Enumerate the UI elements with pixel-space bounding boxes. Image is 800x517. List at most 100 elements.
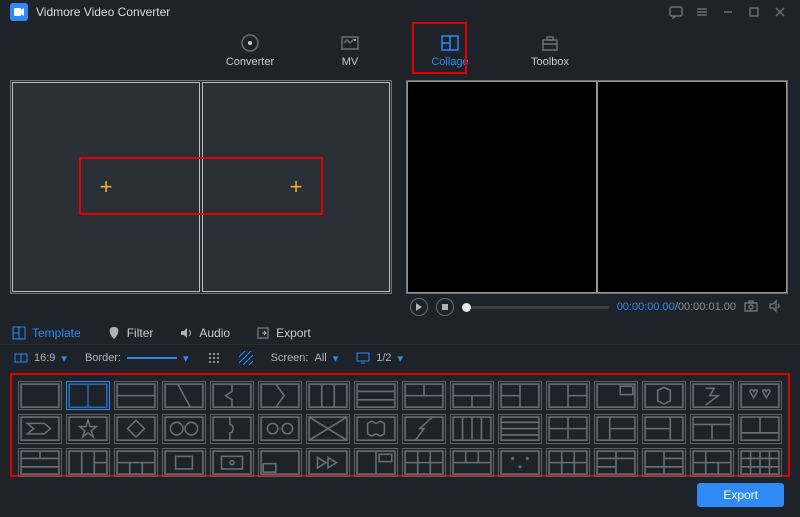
chevron-down-icon: ▾ <box>398 352 404 365</box>
preview-panel <box>406 80 788 294</box>
tmpl-notch-l[interactable] <box>210 381 254 410</box>
footer: Export <box>697 483 784 507</box>
tmpl-window[interactable] <box>162 448 206 477</box>
nav-converter[interactable]: Converter <box>215 28 285 72</box>
tmpl-split-v[interactable] <box>66 381 110 410</box>
tab-export[interactable]: Export <box>254 322 313 344</box>
page-select[interactable]: 1/2 ▾ <box>356 351 403 365</box>
nav-mv[interactable]: MV <box>315 28 385 72</box>
tmpl-slash[interactable] <box>402 414 446 443</box>
tmpl-star[interactable] <box>66 414 110 443</box>
monitor-icon <box>356 351 370 365</box>
tmpl-tall-l[interactable] <box>594 414 638 443</box>
snapshot-button[interactable] <box>744 299 760 316</box>
tmpl-ff[interactable] <box>306 448 350 477</box>
toolbox-icon <box>540 32 560 54</box>
tmpl-quad-l[interactable] <box>690 448 734 477</box>
chevron-down-icon: ▾ <box>61 352 67 365</box>
add-icon: + <box>290 174 303 200</box>
tmpl-target[interactable] <box>210 448 254 477</box>
tmpl-inset[interactable] <box>114 448 158 477</box>
tmpl-3row-splittop[interactable] <box>18 448 62 477</box>
tmpl-3row[interactable] <box>354 381 398 410</box>
workspace: + + 00:00:00.00/00:00:01.00 <box>0 76 800 316</box>
tmpl-2oval[interactable] <box>258 414 302 443</box>
nav-toolbox[interactable]: Toolbox <box>515 28 585 72</box>
screen-select[interactable]: Screen: All ▾ <box>271 352 339 365</box>
tmpl-quad-b[interactable] <box>642 448 686 477</box>
tmpl-half-pip[interactable] <box>354 448 398 477</box>
stop-button[interactable] <box>436 298 454 316</box>
tab-template[interactable]: Template <box>10 322 83 344</box>
tmpl-puzzle[interactable] <box>210 414 254 443</box>
maximize-button[interactable] <box>744 2 764 22</box>
minimize-button[interactable] <box>718 2 738 22</box>
filter-icon <box>107 326 121 340</box>
tmpl-3col[interactable] <box>306 381 350 410</box>
tmpl-stack3[interactable] <box>450 448 494 477</box>
option-bar: 16:9 ▾ Border: ▾ Screen: All ▾ 1/2 ▾ <box>0 345 800 371</box>
tmpl-4col[interactable] <box>450 414 494 443</box>
mv-icon <box>340 32 360 54</box>
tmpl-dots[interactable] <box>498 448 542 477</box>
tmpl-3col-splitright[interactable] <box>66 448 110 477</box>
feedback-icon[interactable] <box>666 2 686 22</box>
tmpl-chevron[interactable] <box>18 414 62 443</box>
ratio-icon <box>14 351 28 365</box>
tmpl-pip-tr[interactable] <box>594 381 638 410</box>
preview-cell-right <box>597 81 787 293</box>
tmpl-pip-bl[interactable] <box>258 448 302 477</box>
audio-icon <box>179 326 193 340</box>
border-style-dots[interactable] <box>207 351 221 365</box>
add-icon: + <box>100 174 113 200</box>
tmpl-tall-r[interactable] <box>642 414 686 443</box>
tmpl-zig[interactable] <box>690 381 734 410</box>
tmpl-hex[interactable] <box>642 381 686 410</box>
tmpl-left-split[interactable] <box>498 381 542 410</box>
close-button[interactable] <box>770 2 790 22</box>
tmpl-grid43[interactable] <box>738 448 782 477</box>
converter-icon <box>240 32 260 54</box>
border-preview <box>127 357 177 359</box>
tmpl-right-split[interactable] <box>546 381 590 410</box>
seek-thumb[interactable] <box>462 303 471 312</box>
seek-bar[interactable] <box>462 306 609 309</box>
menu-icon[interactable] <box>692 2 712 22</box>
tab-filter[interactable]: Filter <box>105 322 156 344</box>
collage-cell-left[interactable]: + <box>12 82 200 292</box>
export-button[interactable]: Export <box>697 483 784 507</box>
tmpl-quad-t[interactable] <box>594 448 638 477</box>
play-button[interactable] <box>410 298 428 316</box>
tmpl-hearts[interactable] <box>738 381 782 410</box>
tmpl-single[interactable] <box>18 381 62 410</box>
tmpl-top-split[interactable] <box>402 381 446 410</box>
template-icon <box>12 326 26 340</box>
border-style-hatch[interactable] <box>239 351 253 365</box>
tmpl-4row[interactable] <box>498 414 542 443</box>
tmpl-grid22[interactable] <box>546 414 590 443</box>
ratio-select[interactable]: 16:9 ▾ <box>14 351 67 365</box>
tmpl-badge[interactable] <box>354 414 398 443</box>
tmpl-wide-b[interactable] <box>738 414 782 443</box>
tmpl-bot-split[interactable] <box>450 381 494 410</box>
top-nav: Converter MV Collage Toolbox <box>0 24 800 76</box>
tab-audio[interactable]: Audio <box>177 322 232 344</box>
chevron-down-icon: ▾ <box>333 352 339 365</box>
tmpl-wide-t[interactable] <box>690 414 734 443</box>
tmpl-diamond[interactable] <box>114 414 158 443</box>
editor-panel: + + <box>10 80 392 294</box>
tmpl-2circle[interactable] <box>162 414 206 443</box>
tmpl-grid32-a[interactable] <box>402 448 446 477</box>
nav-collage[interactable]: Collage <box>415 28 485 72</box>
preview-cell-left <box>407 81 597 293</box>
time-display: 00:00:00.00/00:00:01.00 <box>617 301 736 313</box>
collage-cell-right[interactable]: + <box>202 82 390 292</box>
tmpl-grid32-b[interactable] <box>546 448 590 477</box>
tmpl-diag[interactable] <box>162 381 206 410</box>
collage-icon <box>440 32 460 54</box>
border-control[interactable]: Border: ▾ <box>85 352 189 365</box>
volume-button[interactable] <box>768 299 784 316</box>
tmpl-arrow[interactable] <box>258 381 302 410</box>
tmpl-x[interactable] <box>306 414 350 443</box>
tmpl-split-h[interactable] <box>114 381 158 410</box>
